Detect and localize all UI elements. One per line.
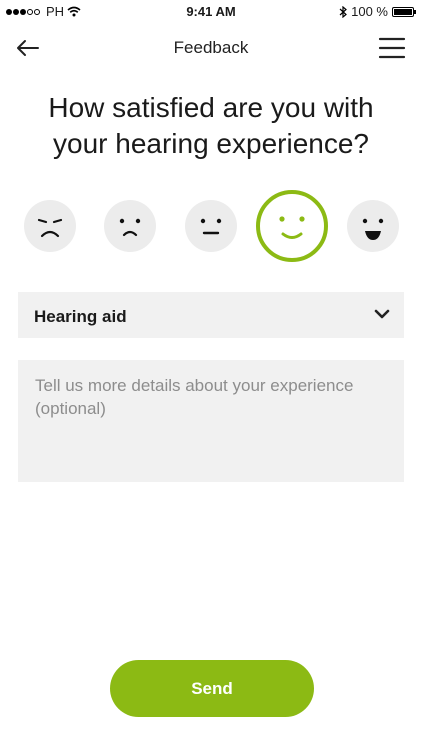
status-right: 100 % [339,4,416,19]
question-line-1: How satisfied are you with [48,92,374,123]
satisfaction-question: How satisfied are you with your hearing … [0,90,422,162]
chevron-down-icon [374,309,390,319]
rating-faces [0,190,422,270]
question-line-2: your hearing experience? [53,128,369,159]
navigation-bar: Feedback [0,26,422,70]
battery-icon [392,6,416,17]
neutral-face-icon[interactable] [185,200,237,252]
topic-dropdown[interactable]: Hearing aid [18,292,404,338]
battery-level [394,8,412,15]
bluetooth-icon [339,5,348,18]
battery-percentage: 100 % [351,4,388,19]
menu-button[interactable] [378,36,406,60]
hamburger-menu-icon [378,37,406,59]
satisfied-face-icon[interactable] [256,190,328,262]
very-dissatisfied-face-icon[interactable] [24,200,76,252]
dissatisfied-face-icon[interactable] [104,200,156,252]
send-button[interactable]: Send [110,660,314,717]
topic-selected-value: Hearing aid [34,307,127,326]
details-textarea[interactable] [18,360,404,482]
status-bar: PH 9:41 AM 100 % [0,0,422,22]
page-title: Feedback [173,38,249,57]
very-satisfied-face-icon[interactable] [347,200,399,252]
